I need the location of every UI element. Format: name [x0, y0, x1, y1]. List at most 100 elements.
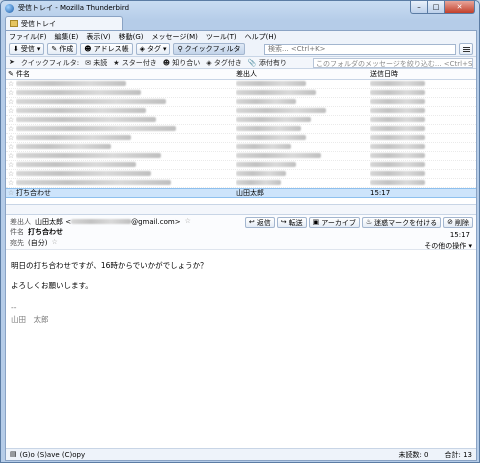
tag-icon: ◈ [139, 44, 145, 53]
filter-contacts[interactable]: ☻ 知り合い [163, 58, 201, 68]
reply-button[interactable]: ↩ 返信 [244, 217, 275, 228]
delete-label: 削除 [455, 218, 469, 227]
column-date[interactable]: 送信日時 [370, 69, 460, 79]
column-subject[interactable]: 件名 [16, 69, 236, 79]
unread-count: 未読数: 0 [398, 450, 429, 459]
column-from[interactable]: 差出人 [236, 69, 370, 79]
minimize-button[interactable]: – [410, 1, 428, 14]
quick-filter-bar: ➤ クイックフィルタ: ✉ 未読 ★ スター付き ☻ 知り合い ◈ タグ付き 📎… [6, 57, 476, 69]
table-row[interactable]: ☆ [6, 107, 476, 116]
star-icon[interactable]: ☆ [6, 134, 16, 142]
tab-inbox[interactable]: 受信トレイ [5, 16, 123, 30]
menu-help[interactable]: ヘルプ(H) [245, 32, 277, 42]
star-icon[interactable]: ☆ [51, 238, 57, 248]
subject-text: 打ち合わせ [28, 228, 63, 236]
table-row[interactable]: ☆ [6, 134, 476, 143]
from-label: 差出人 [10, 218, 31, 226]
menu-view[interactable]: 表示(V) [86, 32, 110, 42]
filter-attachments[interactable]: 📎 添付有り [248, 58, 287, 68]
signature-dash: -- [11, 303, 17, 312]
forward-button[interactable]: ↪ 転送 [276, 217, 307, 228]
star-icon[interactable]: ☆ [6, 189, 16, 197]
table-row[interactable]: ☆ [6, 125, 476, 134]
junk-button[interactable]: ♨ 迷惑マークを付ける [361, 217, 442, 228]
contact-icon: ☻ [162, 58, 171, 67]
activity-icon[interactable]: ▤ [10, 451, 17, 458]
close-button[interactable]: ✕ [445, 1, 475, 14]
from-email-suffix: @gmail.com> [131, 218, 181, 226]
filter-starred-label: スター付き [121, 58, 157, 67]
menu-edit[interactable]: 編集(E) [55, 32, 79, 42]
filter-starred[interactable]: ★ スター付き [113, 58, 157, 68]
chevron-down-icon[interactable]: ▾ [37, 45, 41, 53]
star-icon[interactable]: ☆ [6, 116, 16, 124]
maximize-button[interactable]: □ [428, 1, 445, 14]
from-name[interactable]: 山田太郎 < @gmail.com> [35, 217, 181, 227]
star-icon[interactable]: ☆ [6, 89, 16, 97]
table-row[interactable]: ☆ [6, 179, 476, 188]
table-row[interactable]: ☆ [6, 98, 476, 107]
status-counts: 未読数: 0 合計: 13 [398, 450, 472, 460]
junk-label: 迷惑マークを付ける [374, 218, 438, 227]
star-icon[interactable]: ☆ [185, 217, 191, 227]
signature-name: 山田 太郎 [11, 315, 49, 324]
row-subject: 打ち合わせ [16, 189, 51, 197]
get-mail-button[interactable]: ⬇ 受信 ▾ [9, 43, 45, 55]
reply-icon: ↩ [248, 218, 255, 226]
get-mail-label: 受信 [20, 45, 35, 53]
table-row[interactable]: ☆ [6, 161, 476, 170]
pane-splitter[interactable] [6, 204, 476, 215]
star-icon[interactable]: ☆ [6, 98, 16, 106]
search-box[interactable] [264, 43, 456, 55]
app-menu-button[interactable] [459, 43, 473, 55]
from-name-text: 山田太郎 [35, 218, 63, 226]
star-icon: ★ [113, 58, 120, 67]
star-icon[interactable]: ☆ [6, 143, 16, 151]
table-row[interactable]: ☆ [6, 143, 476, 152]
archive-button[interactable]: ▣ アーカイブ [308, 217, 360, 228]
to-label: 宛先 [10, 239, 24, 247]
table-row[interactable]: ☆ [6, 89, 476, 98]
to-value[interactable]: (自分) [28, 238, 47, 248]
archive-icon: ▣ [312, 218, 320, 226]
star-icon[interactable]: ☆ [6, 80, 16, 88]
delete-button[interactable]: ⊘ 削除 [443, 217, 473, 228]
star-icon[interactable]: ☆ [6, 107, 16, 115]
table-row[interactable]: ☆ [6, 116, 476, 125]
row-date: 15:17 [370, 189, 391, 197]
other-actions-menu[interactable]: その他の操作 ▾ [424, 241, 472, 251]
thread-column-icon[interactable]: ✎ [6, 70, 16, 78]
table-row-selected[interactable]: ☆ 打ち合わせ 山田太郎 15:17 [6, 188, 476, 198]
filter-tags[interactable]: ◈ タグ付き [206, 58, 242, 68]
table-row[interactable]: ☆ [6, 170, 476, 179]
pin-icon[interactable]: ➤ [9, 59, 15, 66]
menu-bar: ファイル(F) 編集(E) 表示(V) 移動(G) メッセージ(M) ツール(T… [6, 31, 476, 42]
row-from: 山田太郎 [236, 189, 264, 197]
table-row[interactable]: ☆ [6, 152, 476, 161]
menu-tools[interactable]: ツール(T) [206, 32, 237, 42]
pencil-icon: ✎ [51, 44, 58, 53]
search-input[interactable] [268, 45, 452, 53]
menu-go[interactable]: 移動(G) [119, 32, 144, 42]
address-book-button[interactable]: ☻ アドレス帳 [80, 43, 133, 55]
total-count: 合計: 13 [444, 450, 473, 459]
filter-input[interactable]: このフォルダのメッセージを絞り込む... <Ctrl+Shift+K> [313, 57, 473, 68]
tag-button[interactable]: ◈ タグ ▾ [135, 43, 171, 55]
write-button[interactable]: ✎ 作成 [47, 43, 78, 55]
filter-unread[interactable]: ✉ 未読 [85, 58, 107, 68]
table-row[interactable]: ☆ [6, 80, 476, 89]
menu-file[interactable]: ファイル(F) [9, 32, 47, 42]
delete-icon: ⊘ [447, 218, 453, 226]
star-icon[interactable]: ☆ [6, 170, 16, 178]
star-icon[interactable]: ☆ [6, 179, 16, 187]
filter-tags-label: タグ付き [213, 58, 242, 67]
quick-filter-button[interactable]: ⚲ クイックフィルタ [173, 43, 245, 55]
star-icon[interactable]: ☆ [6, 125, 16, 133]
star-icon[interactable]: ☆ [6, 152, 16, 160]
star-icon[interactable]: ☆ [6, 161, 16, 169]
message-time: 15:17 [449, 231, 470, 239]
status-text: (G)o (S)ave (C)opy [19, 450, 86, 459]
to-row: 宛先 (自分) ☆ [10, 238, 58, 248]
menu-message[interactable]: メッセージ(M) [152, 32, 198, 42]
thread-list: ☆ ☆ ☆ ☆ ☆ ☆ ☆ ☆ ☆ ☆ ☆ ☆ ☆ 打ち合わせ 山田太郎 15:… [6, 80, 476, 204]
